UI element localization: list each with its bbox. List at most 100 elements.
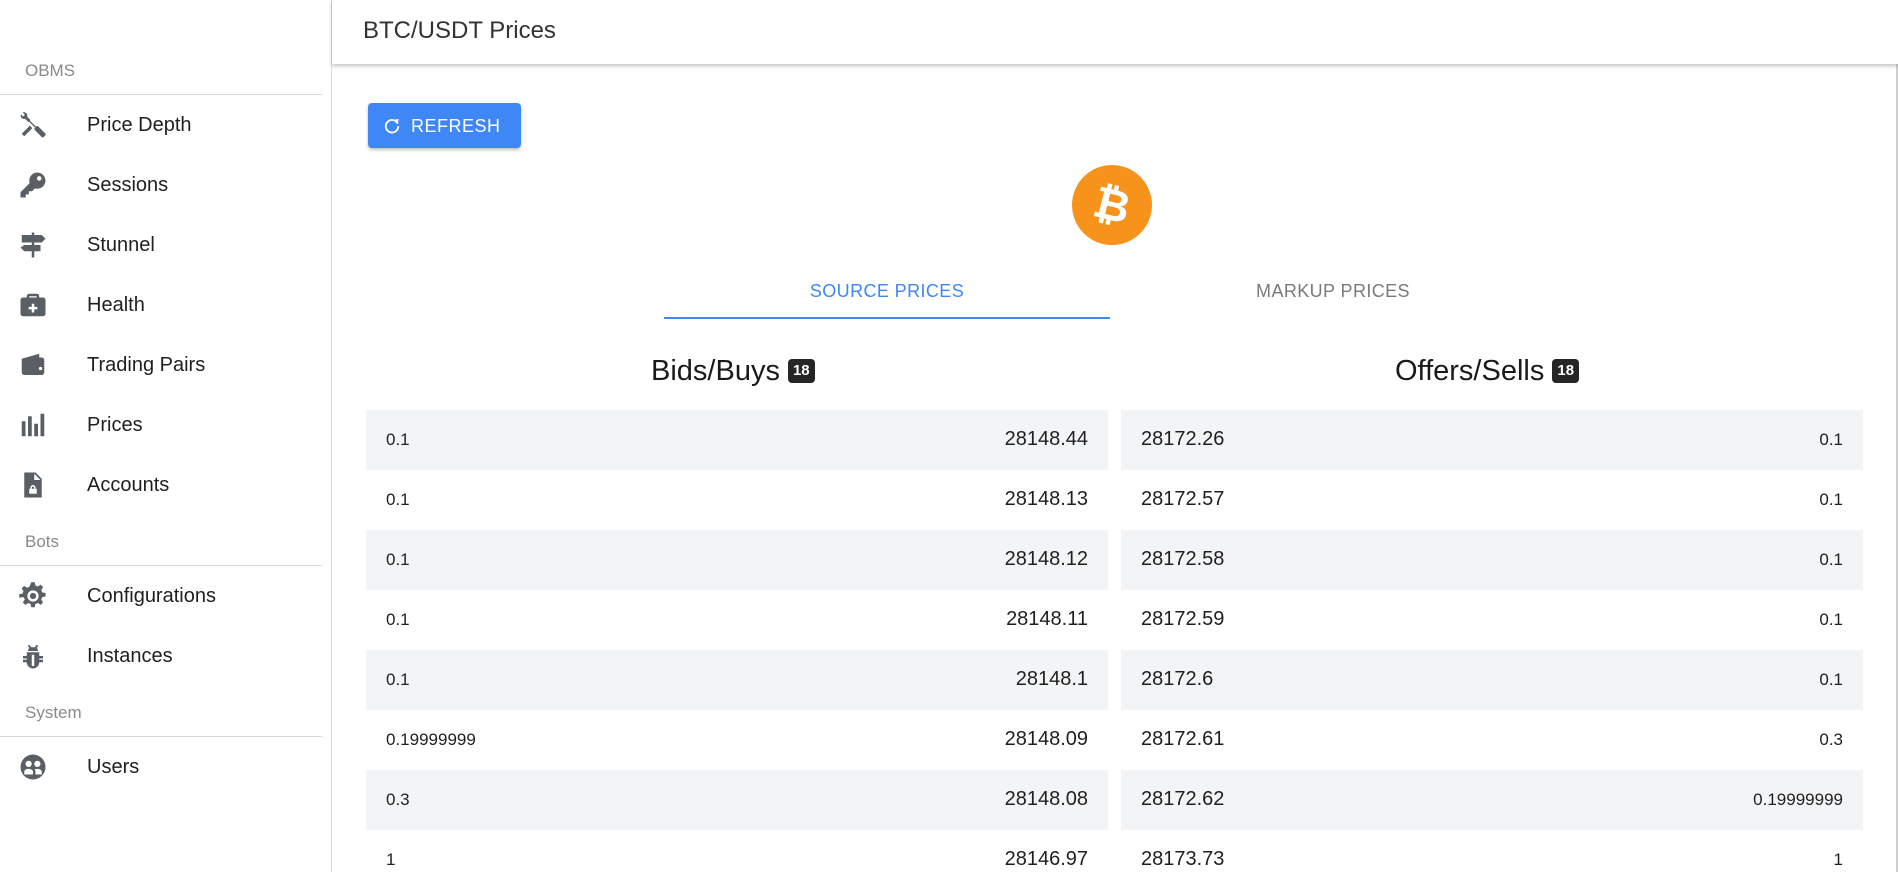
table-row: 28172.58 0.1 [1121,530,1863,590]
offer-price: 28172.6 [1141,668,1214,690]
bid-qty: 0.1 [386,430,410,449]
offer-price: 28172.59 [1141,608,1225,630]
bid-price: 28148.11 [1006,608,1088,630]
sidebar-item-accounts[interactable]: Accounts [0,460,322,510]
top-bar: BTC/USDT Prices [332,0,1898,64]
sidebar-item-sessions[interactable]: Sessions [0,160,322,210]
cog-icon [18,581,48,611]
sidebar-item-instances[interactable]: Instances [0,631,322,681]
offer-price: 28172.57 [1141,488,1225,510]
tools-icon [18,110,48,140]
bid-price: 28148.13 [1004,488,1088,510]
refresh-icon [384,118,400,134]
offers-table: 28172.26 0.1 28172.57 0.1 28172.58 0.1 2… [1121,410,1863,872]
bid-price: 28148.1 [1015,668,1088,690]
sidebar-item-health[interactable]: Health [0,280,322,330]
tab-source-prices[interactable]: SOURCE PRICES [664,269,1110,319]
bid-price: 28148.12 [1004,548,1088,570]
offers-title-text: Offers/Sells [1395,354,1545,387]
sidebar-item-prices[interactable]: Prices [0,400,322,450]
bid-price: 28148.09 [1004,728,1088,750]
offer-price: 28172.26 [1141,428,1225,450]
table-row: 28173.73 1 [1121,830,1863,872]
sidebar-item-label: Trading Pairs [87,353,206,376]
file-lock-icon [18,470,48,500]
section-header-bots: Bots [25,532,60,551]
sidebar-item-users[interactable]: Users [0,742,322,792]
section-header-system: System [25,703,82,722]
bid-qty: 0.1 [386,490,410,509]
table-row: 0.1 28148.12 [366,530,1108,590]
offer-price: 28172.62 [1141,788,1225,810]
table-row: 28172.6 0.1 [1121,650,1863,710]
bids-count-badge: 18 [787,359,815,383]
sidebar-item-price-depth[interactable]: Price Depth [0,100,322,150]
bid-qty: 1 [386,850,396,869]
bid-qty: 0.1 [386,670,410,689]
bids-title: Bids/Buys 18 [651,351,815,391]
table-row: 0.1 28148.13 [366,470,1108,530]
bids-title-text: Bids/Buys [651,354,780,387]
tab-label: SOURCE PRICES [809,281,965,301]
offer-qty: 1 [1833,850,1843,869]
wallet-icon [18,350,48,380]
page-title: BTC/USDT Prices [363,17,556,44]
bug-icon [18,641,48,671]
medkit-icon [18,290,48,320]
sidebar-item-label: Prices [87,413,143,436]
bid-qty: 0.3 [386,790,410,809]
offers-count-badge: 18 [1552,359,1580,383]
sidebar-item-trading-pairs[interactable]: Trading Pairs [0,340,322,390]
sidebar: OBMS Price Depth Sessions Stunnel Health… [0,0,332,872]
table-row: 1 28146.97 [366,830,1108,872]
section-divider [0,565,322,566]
sidebar-item-label: Accounts [87,473,170,496]
section-header-obms: OBMS [25,61,76,80]
bid-qty: 0.19999999 [386,730,476,749]
table-row: 0.3 28148.08 [366,770,1108,830]
bid-price: 28148.44 [1004,428,1088,450]
table-row: 0.19999999 28148.09 [366,710,1108,770]
offer-price: 28172.61 [1141,728,1225,750]
sidebar-item-stunnel[interactable]: Stunnel [0,220,322,270]
offer-qty: 0.19999999 [1753,790,1843,809]
bid-price: 28146.97 [1004,848,1088,870]
offer-qty: 0.1 [1819,550,1843,569]
offer-qty: 0.1 [1819,670,1843,689]
sidebar-item-label: Users [87,755,140,778]
bid-qty: 0.1 [386,550,410,569]
tab-label: MARKUP PRICES [1256,281,1410,301]
bar-chart-icon [18,410,48,440]
bid-qty: 0.1 [386,610,410,629]
key-icon [18,170,48,200]
bids-table: 0.1 28148.44 0.1 28148.13 0.1 28148.12 0… [366,410,1108,872]
table-row: 28172.59 0.1 [1121,590,1863,650]
refresh-button[interactable]: REFRESH [368,103,521,148]
table-row: 0.1 28148.11 [366,590,1108,650]
sidebar-item-label: Price Depth [87,113,192,136]
users-icon [18,752,48,782]
section-divider [0,94,322,95]
tab-markup-prices[interactable]: MARKUP PRICES [1110,269,1556,319]
sidebar-item-label: Configurations [87,584,216,607]
table-row: 28172.26 0.1 [1121,410,1863,470]
sidebar-item-configurations[interactable]: Configurations [0,571,322,621]
offer-price: 28172.58 [1141,548,1225,570]
sidebar-item-label: Stunnel [87,233,155,256]
table-row: 0.1 28148.44 [366,410,1108,470]
offers-title: Offers/Sells 18 [1395,351,1580,391]
table-row: 0.1 28148.1 [366,650,1108,710]
offer-qty: 0.1 [1819,490,1843,509]
offer-price: 28173.73 [1141,848,1225,870]
refresh-button-label: REFRESH [411,116,501,136]
table-row: 28172.62 0.19999999 [1121,770,1863,830]
offer-qty: 0.1 [1819,430,1843,449]
offer-qty: 0.3 [1819,730,1843,749]
sidebar-item-label: Sessions [87,173,169,196]
offer-qty: 0.1 [1819,610,1843,629]
table-row: 28172.61 0.3 [1121,710,1863,770]
section-divider [0,736,322,737]
sidebar-item-label: Health [87,293,145,316]
bid-price: 28148.08 [1004,788,1088,810]
table-row: 28172.57 0.1 [1121,470,1863,530]
